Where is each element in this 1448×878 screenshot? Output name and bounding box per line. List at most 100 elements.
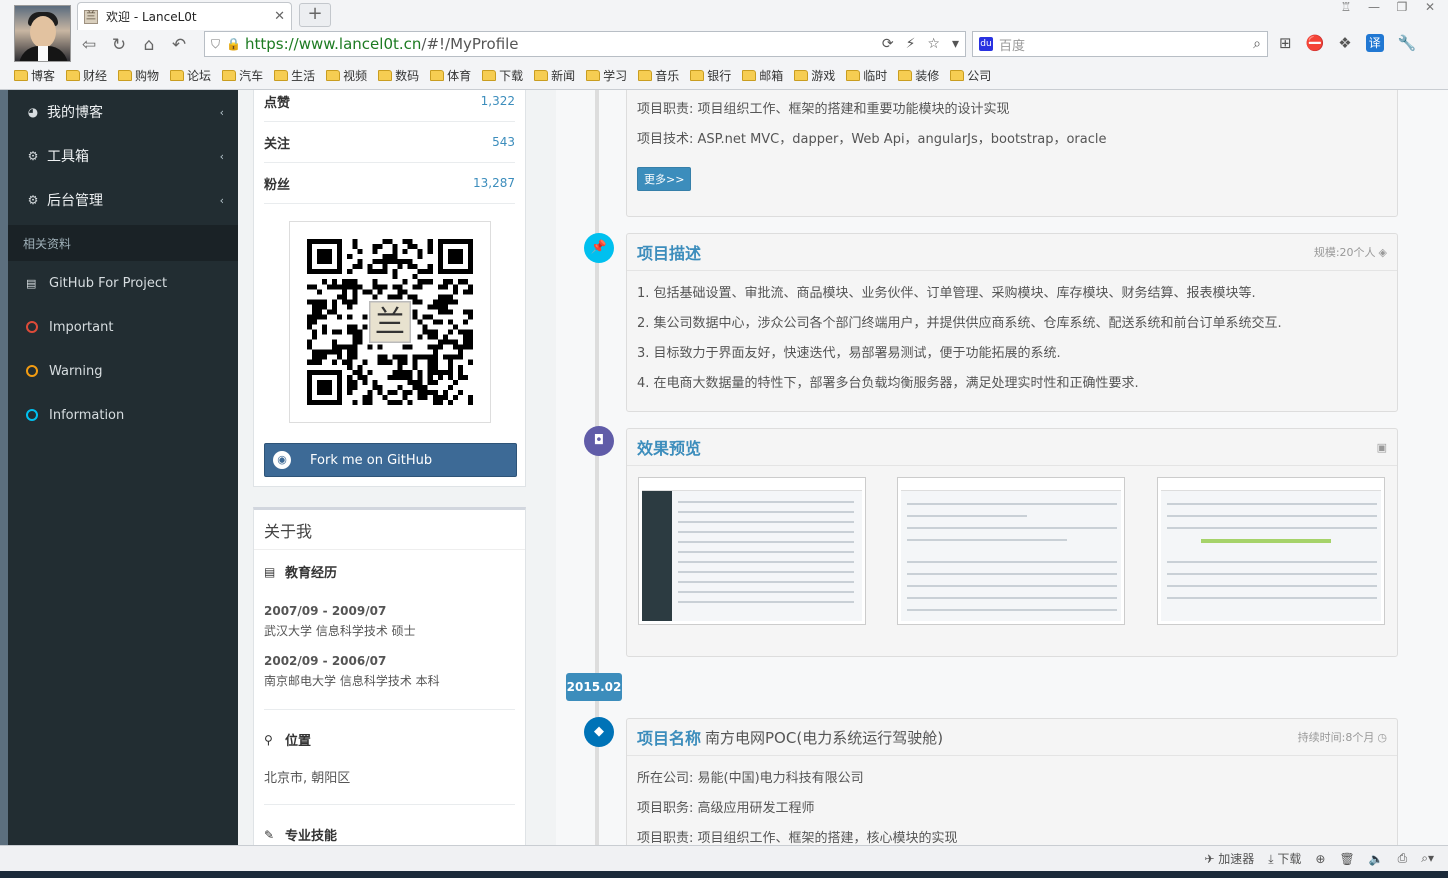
fork-github-button[interactable]: ◉ Fork me on GitHub: [264, 443, 517, 477]
sidebar-section-header: 相关资料: [8, 225, 238, 261]
dropdown-icon[interactable]: ▾: [952, 36, 959, 52]
browser-tab-active[interactable]: 兰 欢迎 - LanceL0t ✕: [77, 2, 292, 30]
grid-icon[interactable]: ⊞: [1279, 34, 1292, 52]
chevron-left-icon: ‹: [219, 193, 224, 207]
sidebar-item-blog[interactable]: ◕ 我的博客 ‹: [8, 90, 238, 134]
window-controls: ♖ — ❐ ✕: [1338, 0, 1438, 14]
evernote-icon[interactable]: ❖: [1338, 34, 1351, 52]
education-item: 2002/09 - 2006/07 南京邮电大学 信息科学技术 本科: [264, 654, 440, 688]
bookmark-item[interactable]: 临时: [846, 67, 887, 84]
print-icon[interactable]: ⎙: [1398, 851, 1408, 866]
refresh-icon[interactable]: ↻: [104, 35, 134, 55]
volume-icon[interactable]: 🔈: [1369, 852, 1384, 866]
bookmark-item[interactable]: 新闻: [534, 67, 575, 84]
site-favicon-icon: 兰: [84, 9, 98, 24]
more-button[interactable]: 更多>>: [637, 167, 692, 191]
undo-icon[interactable]: ↶: [164, 35, 194, 55]
bookmark-item[interactable]: 购物: [118, 67, 159, 84]
status-bar: ✈ 加速器 ⤓ 下载 ⊕ 🗑 🔈 ⎙ ⌕▾: [0, 845, 1448, 871]
sidebar-item-admin[interactable]: ⚙ 后台管理 ‹: [8, 178, 238, 222]
bookmark-item[interactable]: 邮箱: [742, 67, 783, 84]
skin-icon[interactable]: ♖: [1338, 0, 1354, 14]
description-item: 4. 在电商大数据量的特性下，部署多台负载均衡服务器，满足处理实时性和正确性要求…: [637, 376, 1139, 391]
tab-close-icon[interactable]: ✕: [274, 9, 285, 24]
lightning-icon[interactable]: ⚡: [906, 36, 916, 52]
adblock-icon[interactable]: ⛔: [1306, 34, 1325, 52]
bookmark-item[interactable]: 体育: [430, 67, 471, 84]
folder-icon: [638, 69, 653, 81]
preview-thumbnail[interactable]: [638, 477, 866, 625]
circle-icon: [26, 409, 38, 421]
back-icon[interactable]: ⇦: [74, 35, 104, 55]
zoom-icon[interactable]: ⌕▾: [1421, 851, 1434, 866]
bookmark-item[interactable]: 装修: [898, 67, 939, 84]
compat-mode-icon[interactable]: ⟳: [882, 36, 894, 52]
description-title: 项目描述: [637, 244, 702, 263]
bookmark-item[interactable]: 博客: [14, 67, 55, 84]
search-input[interactable]: 百度: [999, 35, 1253, 54]
about-box: 关于我 ▤ 教育经历 2007/09 - 2009/07 武汉大学 信息科学技术…: [253, 507, 526, 845]
maximize-icon[interactable]: ❐: [1394, 0, 1410, 14]
map-marker-icon: ⚲: [264, 732, 273, 747]
folder-icon: [794, 69, 809, 81]
pin-icon: 📌: [584, 233, 614, 263]
url-host: https://www.lancel0t.cn: [244, 35, 422, 53]
camera-icon: ◘: [584, 426, 614, 456]
translate-icon[interactable]: 译: [1365, 34, 1384, 52]
bookmark-item[interactable]: 音乐: [638, 67, 679, 84]
bookmark-item[interactable]: 视频: [326, 67, 367, 84]
wechat-qr-code: 兰: [289, 221, 491, 423]
profile-column: 点赞 1,322 关注 543 粉丝 13,287 兰 ◉ Fork me on GitH…: [253, 90, 526, 845]
folder-icon: [378, 69, 393, 81]
preview-thumbnail[interactable]: [1157, 477, 1385, 625]
folder-icon: [586, 69, 601, 81]
cogs-icon: ⚙: [27, 149, 39, 163]
bookmark-item[interactable]: 公司: [950, 67, 991, 84]
timeline-card-project-detail: 项目职责: 项目组织工作、框架的搭建和重要功能模块的设计实现 项目技术: ASP…: [626, 90, 1398, 217]
chevron-left-icon: ‹: [219, 149, 224, 163]
plugin-icon[interactable]: ⊕: [1315, 852, 1325, 866]
education-heading: ▤ 教育经历: [264, 564, 338, 582]
user-avatar[interactable]: [14, 5, 71, 62]
about-title: 关于我: [254, 510, 525, 550]
new-tab-button[interactable]: +: [299, 3, 331, 27]
bookmark-item[interactable]: 下载: [482, 67, 523, 84]
tab-title: 欢迎 - LanceL0t: [106, 10, 197, 24]
search-box[interactable]: du 百度 ⌕: [972, 31, 1268, 57]
tag-icon: ◆: [584, 717, 614, 747]
location-heading: ⚲ 位置: [264, 732, 312, 750]
preview-title: 效果预览: [637, 439, 702, 458]
bookmark-item[interactable]: 银行: [690, 67, 731, 84]
description-item: 2. 集公司数据中心，涉众公司各个部门终端用户，并提供供应商系统、仓库系统、配送…: [637, 316, 1282, 331]
sidebar-link-information[interactable]: Information: [8, 393, 238, 437]
folder-icon: [118, 69, 133, 81]
browser-chrome: 兰 欢迎 - LanceL0t ✕ + ♖ — ❐ ✕ ⇦ ↻ ⌂ ↶ ⛉ 🔒 …: [0, 0, 1448, 90]
bookmark-item[interactable]: 数码: [378, 67, 419, 84]
bookmark-item[interactable]: 学习: [586, 67, 627, 84]
chevron-left-icon: ‹: [219, 105, 224, 119]
minimize-icon[interactable]: —: [1366, 0, 1382, 14]
trash-icon[interactable]: 🗑: [1339, 852, 1354, 866]
bookmark-item[interactable]: 论坛: [170, 67, 211, 84]
sidebar-item-toolbox[interactable]: ⚙ 工具箱 ‹: [8, 134, 238, 178]
star-icon[interactable]: ☆: [927, 36, 940, 52]
close-window-icon[interactable]: ✕: [1422, 0, 1438, 14]
project-duty: 项目职责: 项目组织工作、框架的搭建和重要功能模块的设计实现: [637, 102, 1010, 117]
sidebar-link-github-for-project[interactable]: ▤ GitHub For Project: [8, 261, 238, 305]
address-bar[interactable]: ⛉ 🔒 https://www.lancel0t.cn /#!/MyProfil…: [204, 31, 966, 57]
sidebar-link-warning[interactable]: Warning: [8, 349, 238, 393]
home-icon[interactable]: ⌂: [134, 35, 164, 55]
bookmarks-bar: 博客 财经 购物 论坛 汽车 生活 视频 数码 体育 下载 新闻 学习 音乐 银行 邮箱 游戏 临时 装修 公司: [14, 64, 1002, 86]
bookmark-item[interactable]: 生活: [274, 67, 315, 84]
download-button[interactable]: ⤓ 下载: [1268, 850, 1301, 867]
accelerator-button[interactable]: ✈ 加速器: [1204, 850, 1254, 867]
search-icon[interactable]: ⌕: [1253, 36, 1261, 52]
bookmark-item[interactable]: 财经: [66, 67, 107, 84]
tools-icon[interactable]: 🔧: [1398, 34, 1417, 52]
preview-thumbnail[interactable]: [897, 477, 1125, 625]
folder-icon: [846, 69, 861, 81]
bookmark-item[interactable]: 游戏: [794, 67, 835, 84]
bookmark-item[interactable]: 汽车: [222, 67, 263, 84]
sidebar-link-important[interactable]: Important: [8, 305, 238, 349]
folder-icon: [170, 69, 185, 81]
